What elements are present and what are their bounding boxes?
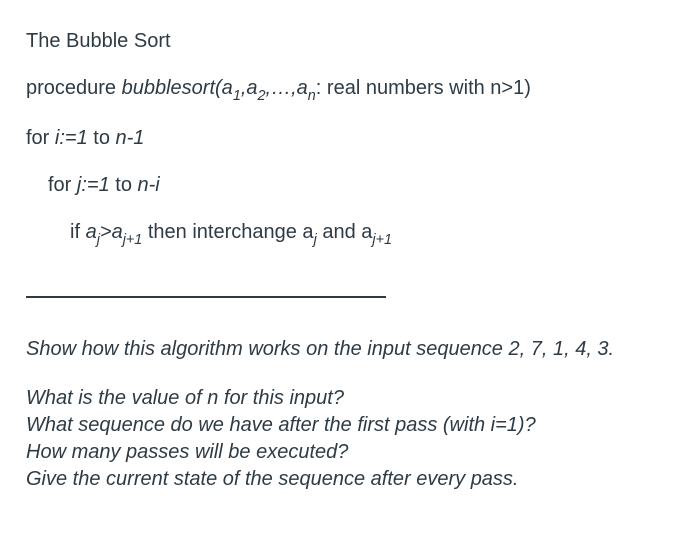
subscript: j+1 [123,232,143,248]
text: to [88,127,116,149]
text: j:=1 [77,174,110,196]
question-1: What is the value of n for this input? [26,385,674,412]
text: then interchange a [142,221,313,243]
text: ,a [241,77,258,99]
question-4: Give the current state of the sequence a… [26,466,674,493]
text: to [110,174,138,196]
page-title: The Bubble Sort [26,28,674,55]
question-3: How many passes will be executed? [26,439,674,466]
text: for [26,127,55,149]
text: a [86,221,97,243]
text: ,…,a [266,77,308,99]
text: i:=1 [55,127,88,149]
questions-block: Show how this algorithm works on the inp… [26,336,674,493]
text: >a [100,221,123,243]
text: and a [317,221,373,243]
term: aj>aj+1 [86,221,143,243]
text: : real numbers with n>1) [316,77,531,99]
subscript: 2 [258,88,266,104]
text: for [48,174,77,196]
text: n-i [138,174,160,196]
text: if [70,221,86,243]
question-2: What sequence do we have after the first… [26,412,674,439]
document-page: The Bubble Sort procedure bubblesort(a1,… [0,0,700,503]
subscript: 1 [233,88,241,104]
procedure-desc: : real numbers with n>1) [316,77,531,99]
for-i-line: for i:=1 to n-1 [26,125,674,152]
keyword-procedure: procedure [26,77,122,99]
procedure-line: procedure bubblesort(a1,a2,…,an: real nu… [26,75,674,105]
for-j-line: for j:=1 to n-i [26,172,674,199]
text: bubblesort(a [122,77,233,99]
horizontal-rule [26,270,674,336]
procedure-name: bubblesort(a1,a2,…,an [122,77,316,99]
term: j+1 [372,221,392,243]
text: n-1 [116,127,145,149]
if-line: if aj>aj+1 then interchange aj and aj+1 [26,219,674,249]
subscript: j [314,232,317,248]
subscript: n [308,88,316,104]
subscript: j [97,232,100,248]
subscript: j+1 [372,232,392,248]
prompt-text: Show how this algorithm works on the inp… [26,336,674,363]
